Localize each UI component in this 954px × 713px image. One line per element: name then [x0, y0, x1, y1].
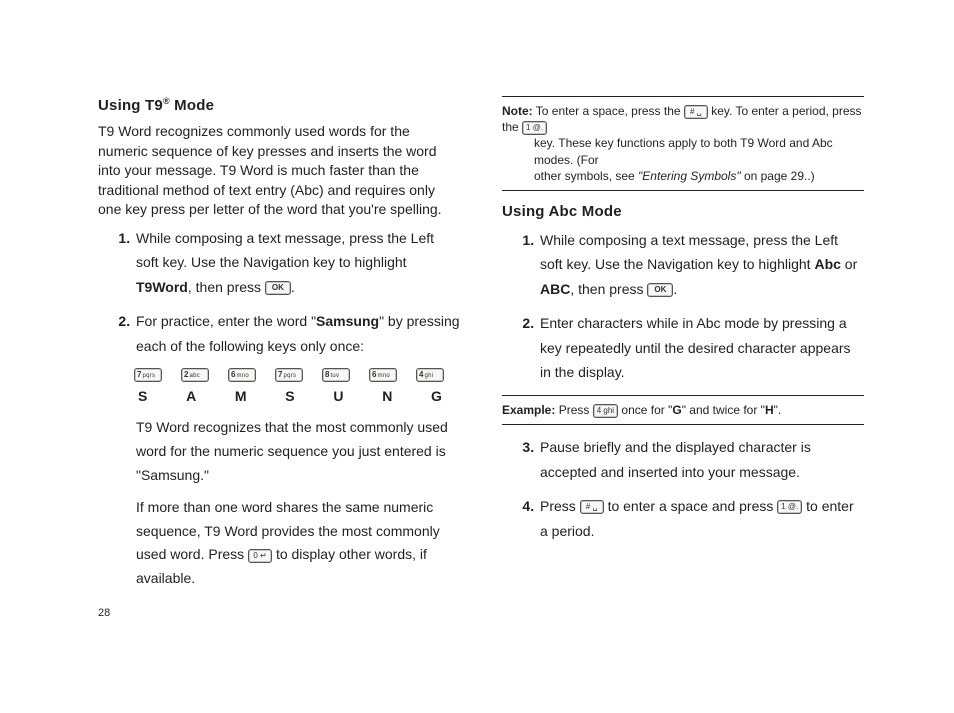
abc-s1-a: While composing a text message, press th…	[540, 232, 838, 273]
page-number: 28	[98, 607, 110, 619]
key-7-pqrs-2: 7pqrs	[275, 368, 303, 382]
one-key-icon: 1 @.	[522, 121, 547, 135]
abc-s1-b: , then press	[570, 281, 647, 297]
ex-a: Press	[555, 403, 592, 417]
t9-step-1: While composing a text message, press th…	[134, 226, 460, 300]
t9-steps-list: While composing a text message, press th…	[98, 226, 460, 359]
samsung-bold: Samsung	[316, 313, 379, 329]
letter-a: A	[186, 388, 196, 404]
samsung-key-row: 7pqrs 2abc 6mno 7pqrs 8tuv 6mno 4ghi	[134, 368, 444, 382]
note-c3: on page 29..)	[741, 169, 815, 183]
ex-h: H	[765, 403, 774, 417]
right-column: Note: To enter a space, press the # ␣ ke…	[502, 96, 864, 713]
t9-after-2: If more than one word shares the same nu…	[136, 496, 460, 591]
abc-steps-list-2: Pause briefly and the displayed characte…	[502, 435, 864, 543]
step1-period: .	[291, 279, 295, 295]
key-6-mno: 6mno	[228, 368, 256, 382]
letter-s-2: S	[285, 388, 294, 404]
t9-after-1: T9 Word recognizes that the most commonl…	[136, 416, 460, 487]
key-2-abc: 2abc	[181, 368, 209, 382]
heading-t9-mode: Using T9® Mode	[98, 96, 460, 114]
key-4-ghi: 4ghi	[416, 368, 444, 382]
note-rule-bottom	[502, 190, 864, 191]
note-label: Note:	[502, 104, 533, 118]
pound-key-icon: # ␣	[684, 105, 708, 119]
t9word-label: T9Word	[136, 279, 188, 295]
abc-step-4: Press # ␣ to enter a space and press 1 @…	[538, 494, 864, 543]
step2-text: For practice, enter the word "	[136, 313, 316, 329]
step1-text: While composing a text message, press th…	[136, 230, 434, 271]
ex-g: G	[672, 403, 681, 417]
key-6-mno-2: 6mno	[369, 368, 397, 382]
abc-step-2: Enter characters while in Abc mode by pr…	[538, 311, 864, 385]
abc-bold-1: Abc	[814, 256, 840, 272]
example-rule-bottom	[502, 424, 864, 425]
left-column: Using T9® Mode T9 Word recognizes common…	[98, 96, 460, 713]
ex-d: ".	[774, 403, 782, 417]
pound-key-icon-2: # ␣	[580, 500, 604, 514]
note-line-2: key. These key functions apply to both T…	[534, 135, 864, 167]
t9-intro-paragraph: T9 Word recognizes commonly used words f…	[98, 122, 460, 220]
note-line-3: other symbols, see "Entering Symbols" on…	[534, 168, 864, 184]
key-7-pqrs: 7pqrs	[134, 368, 162, 382]
note-box: Note: To enter a space, press the # ␣ ke…	[502, 103, 864, 184]
s4-b: to enter a space and press	[604, 498, 778, 514]
letter-u: U	[333, 388, 343, 404]
s4-a: Press	[540, 498, 580, 514]
ex-b: once for "	[618, 403, 672, 417]
abc-bold-2: ABC	[540, 281, 570, 297]
ex-c: " and twice for "	[682, 403, 765, 417]
abc-steps-list: While composing a text message, press th…	[502, 228, 864, 385]
letter-s: S	[138, 388, 147, 404]
step1-text-2: , then press	[188, 279, 265, 295]
note-text-a: To enter a space, press the	[533, 104, 684, 118]
example-label: Example:	[502, 403, 555, 417]
example-rule-top	[502, 395, 864, 396]
heading-text-2: Mode	[170, 97, 214, 114]
example-box: Example: Press 4 ghi once for "G" and tw…	[502, 402, 864, 418]
note-c2: other symbols, see	[534, 169, 638, 183]
abc-s1-mid: or	[841, 256, 857, 272]
one-key-icon-2: 1 @.	[777, 500, 802, 514]
key-8-tuv: 8tuv	[322, 368, 350, 382]
heading-abc-mode: Using Abc Mode	[502, 203, 864, 220]
registered-mark: ®	[163, 96, 170, 106]
samsung-letter-row: S A M S U N G	[138, 388, 442, 404]
abc-step-1: While composing a text message, press th…	[538, 228, 864, 302]
letter-g: G	[431, 388, 442, 404]
t9-step-2: For practice, enter the word "Samsung" b…	[134, 309, 460, 358]
abc-s1-period: .	[673, 281, 677, 297]
note-italic: "Entering Symbols"	[638, 169, 741, 183]
ok-key-icon: OK	[265, 281, 291, 295]
ok-key-icon-2: OK	[647, 283, 673, 297]
manual-page: Using T9® Mode T9 Word recognizes common…	[0, 0, 954, 713]
letter-m: M	[235, 388, 247, 404]
four-key-icon: 4 ghi	[593, 404, 618, 418]
zero-key-icon: 0 ↵	[248, 549, 272, 563]
abc-step-3: Pause briefly and the displayed characte…	[538, 435, 864, 484]
note-rule-top	[502, 96, 864, 97]
letter-n: N	[382, 388, 392, 404]
heading-text: Using T9	[98, 97, 163, 114]
